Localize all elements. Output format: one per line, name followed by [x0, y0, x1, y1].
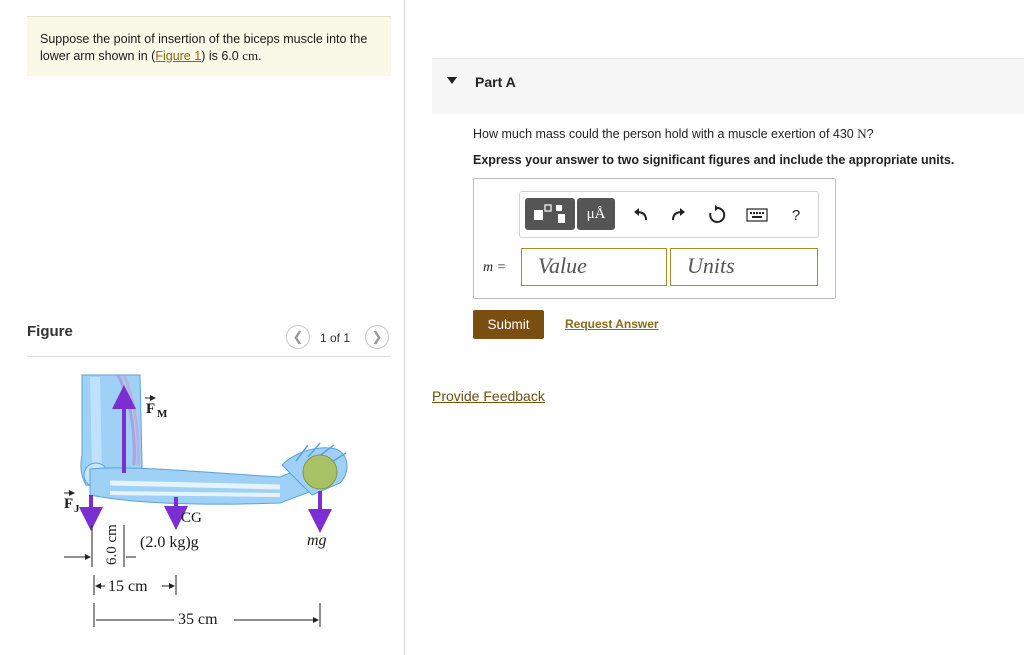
mg-label: mg [307, 532, 327, 549]
templates-icon [534, 204, 565, 223]
problem-statement: Suppose the point of insertion of the bi… [27, 16, 391, 76]
figure-prev-button[interactable]: ❮ [286, 325, 310, 349]
fm-label: F [146, 401, 155, 417]
figure-divider [27, 356, 391, 357]
variable-label: m = [483, 260, 507, 275]
cg-weight-label: (2.0 kg)g [140, 534, 199, 551]
undo-button[interactable] [630, 204, 652, 226]
figure-count: 1 of 1 [320, 331, 351, 345]
chevron-left-icon: ❮ [286, 325, 310, 349]
cg-label: CG [181, 510, 202, 526]
undo-icon [634, 208, 647, 221]
help-button[interactable]: ? [785, 204, 807, 226]
fj-label: F [64, 496, 73, 512]
problem-period: . [258, 48, 262, 63]
provide-feedback-link[interactable]: Provide Feedback [432, 388, 545, 404]
figure-link[interactable]: Figure 1 [155, 49, 201, 63]
problem-text-after: ) is 6.0 [201, 48, 243, 63]
held-ball [302, 454, 338, 490]
question-end: ? [866, 127, 874, 141]
figure-next-button[interactable]: ❯ [365, 325, 389, 349]
reset-icon [709, 205, 726, 223]
part-title[interactable]: Part A [475, 74, 516, 90]
pane-divider [404, 0, 405, 655]
chevron-right-icon: ❯ [365, 325, 389, 349]
answer-instruction: Express your answer to two significant f… [473, 153, 955, 167]
arm-figure: F M F J CG (2.0 kg)g mg 6.0 cm 15 cm 35 … [64, 374, 348, 628]
reset-button[interactable] [706, 204, 728, 226]
question-unit: N [857, 126, 867, 141]
keyboard-button[interactable] [745, 204, 769, 226]
value-input[interactable]: Value [521, 248, 667, 286]
fj-sub: J [74, 503, 80, 515]
question-text: How much mass could the person hold with… [473, 126, 874, 142]
problem-unit: cm [242, 47, 259, 63]
part-a-header[interactable] [432, 58, 1024, 114]
request-answer-link[interactable]: Request Answer [565, 317, 659, 331]
caret-down-icon[interactable] [447, 77, 457, 84]
dim-6cm-label: 6.0 cm [104, 524, 120, 565]
redo-icon [672, 208, 685, 221]
question-body: How much mass could the person hold with… [473, 127, 858, 141]
units-button[interactable]: μÅ [577, 198, 615, 230]
submit-button[interactable]: Submit [473, 310, 544, 339]
figure-label: Figure [27, 323, 73, 340]
dim-35cm-label: 35 cm [178, 611, 218, 628]
dim-15cm-label: 15 cm [108, 578, 148, 595]
units-input[interactable]: Units [670, 248, 818, 286]
templates-button[interactable] [525, 198, 575, 230]
fm-sub: M [157, 408, 168, 420]
keyboard-icon [746, 208, 768, 222]
redo-button[interactable] [667, 204, 689, 226]
left-pane: Suppose the point of insertion of the bi… [0, 0, 404, 655]
